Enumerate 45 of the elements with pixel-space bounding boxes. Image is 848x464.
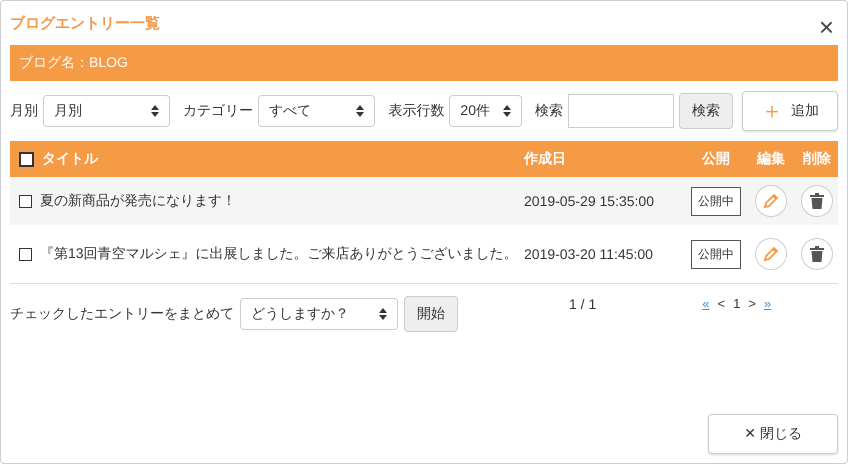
filter-label: 月別 [10,102,38,120]
filter-select[interactable]: すべて [258,95,376,127]
blog-name-bar: ブログ名：BLOG [10,45,838,81]
trash-icon [810,193,824,209]
column-header: タイトル [42,150,98,168]
filter-label: 表示行数 [388,102,444,120]
entry-title: 夏の新商品が発売になります！ [40,192,236,210]
status-badge[interactable]: 公開中 [691,240,741,268]
filter-select[interactable]: 20件 [449,95,522,127]
caret-icon [503,105,511,117]
row-checkbox[interactable] [19,248,32,260]
delete-button[interactable] [801,238,833,270]
last-page-link[interactable]: » [764,296,772,311]
column-header: 公開 [702,150,730,168]
caret-icon [151,105,160,117]
bulk-action-select[interactable]: どうしますか？ [240,298,398,330]
select-all-checkbox[interactable] [19,152,34,166]
add-button[interactable]: ＋ 追加 [742,91,838,131]
start-button[interactable]: 開始 [404,296,458,332]
date-cell-text: 2019-03-20 11:45:00 [524,246,654,262]
date-cell-text: 2019-05-29 15:35:00 [524,193,655,209]
window-title: ブログエントリー一覧 [10,14,160,32]
pencil-icon [762,192,780,210]
column-header: 削除 [803,150,831,168]
filter-label: カテゴリー [183,102,254,120]
trash-icon [810,246,824,262]
status-badge[interactable]: 公開中 [691,186,741,216]
next-page-link[interactable]: > [748,296,756,311]
search-button[interactable]: 検索 [679,93,733,129]
delete-button[interactable] [801,185,833,217]
page-info: 1 / 1 [569,296,596,312]
caret-icon [356,105,364,117]
column-header: 編集 [757,150,785,168]
row-checkbox[interactable] [19,194,32,208]
prev-page-link[interactable]: < [717,296,726,311]
close-button[interactable]: ✕ 閉じる [708,414,838,454]
pencil-icon [762,245,780,263]
entry-title: 『第13回青空マルシェ』に出展しました。ご来店ありがとうございました。 [40,245,518,263]
current-page: 1 [733,296,740,311]
search-label: 検索 [535,102,563,120]
bulk-label: チェックしたエントリーをまとめて [10,305,234,323]
search-field[interactable] [568,94,674,128]
caret-icon [379,308,387,320]
column-header: 作成日 [524,150,567,168]
filter-select[interactable]: 月別 [43,95,170,127]
